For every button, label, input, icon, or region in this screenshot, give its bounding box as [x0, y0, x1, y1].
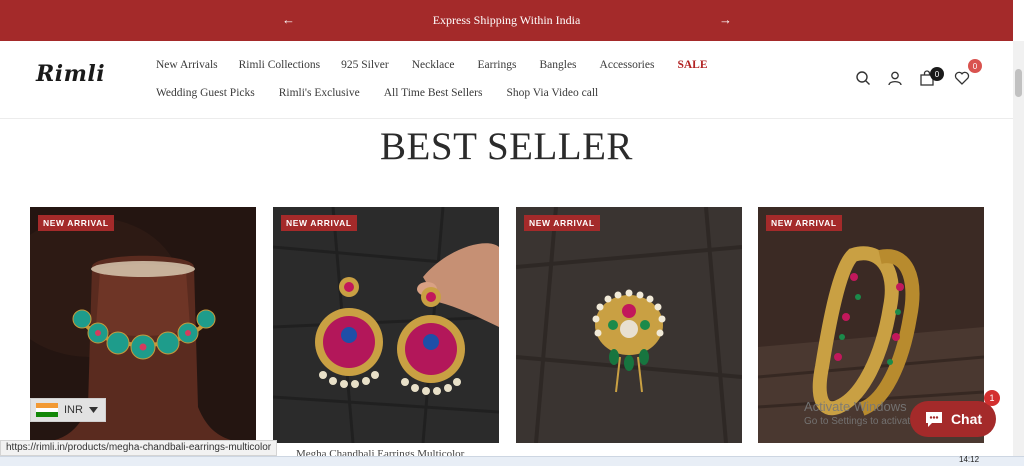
- section-title: BEST SELLER: [380, 125, 633, 168]
- new-arrival-badge: NEW ARRIVAL: [766, 215, 842, 231]
- scrollbar-thumb[interactable]: [1015, 69, 1022, 97]
- wishlist-heart-icon[interactable]: [954, 70, 970, 91]
- cart-count-badge: 0: [930, 67, 944, 81]
- logo-text: Rimli: [36, 61, 106, 87]
- main-nav-row-2: Wedding Guest Picks Rimli's Exclusive Al…: [156, 87, 598, 99]
- prev-announcement-arrow-icon[interactable]: ←: [282, 12, 295, 28]
- page-scrollbar[interactable]: [1013, 41, 1024, 466]
- main-nav-row-1: New Arrivals Rimli Collections 925 Silve…: [156, 59, 708, 71]
- site-header: Rimli New Arrivals Rimli Collections 925…: [0, 41, 1013, 119]
- product-card[interactable]: NEW ARRIVAL: [273, 207, 499, 443]
- new-arrival-badge: NEW ARRIVAL: [524, 215, 600, 231]
- nav-rimli-collections[interactable]: Rimli Collections: [239, 59, 320, 71]
- nav-rimlis-exclusive[interactable]: Rimli's Exclusive: [279, 87, 360, 99]
- nav-earrings[interactable]: Earrings: [478, 59, 517, 71]
- product-image-chandbali-earrings[interactable]: [273, 207, 499, 443]
- wishlist-count-badge: 0: [968, 59, 982, 73]
- chat-button[interactable]: Chat: [910, 401, 996, 437]
- nav-wedding-guest-picks[interactable]: Wedding Guest Picks: [156, 87, 255, 99]
- product-card[interactable]: NEW ARRIVAL: [516, 207, 742, 443]
- nav-shop-via-video-call[interactable]: Shop Via Video call: [506, 87, 598, 99]
- india-flag-icon: [36, 403, 58, 418]
- nav-new-arrivals[interactable]: New Arrivals: [156, 59, 218, 71]
- chat-label: Chat: [950, 411, 983, 427]
- new-arrival-badge: NEW ARRIVAL: [281, 215, 357, 231]
- chevron-down-icon: [88, 407, 98, 413]
- rimli-logo[interactable]: Rimli: [36, 61, 105, 87]
- windows-taskbar: 14:12: [0, 455, 1024, 466]
- taskbar-clock: 14:12: [959, 455, 980, 464]
- nav-bangles[interactable]: Bangles: [539, 59, 576, 71]
- status-bar-url: https://rimli.in/products/megha-chandbal…: [0, 440, 278, 456]
- search-icon[interactable]: [855, 70, 871, 91]
- chat-notification-badge: 1: [984, 390, 1000, 406]
- nav-925-silver[interactable]: 925 Silver: [341, 59, 389, 71]
- nav-accessories[interactable]: Accessories: [600, 59, 655, 71]
- nav-sale[interactable]: SALE: [677, 59, 707, 71]
- next-announcement-arrow-icon[interactable]: →: [719, 12, 732, 28]
- nav-necklace[interactable]: Necklace: [412, 59, 455, 71]
- account-icon[interactable]: [887, 70, 903, 91]
- currency-code: INR: [64, 404, 83, 416]
- currency-selector[interactable]: INR: [30, 398, 106, 422]
- announcement-text: Express Shipping Within India: [432, 13, 581, 27]
- new-arrival-badge: NEW ARRIVAL: [38, 215, 114, 231]
- nav-all-time-best-sellers[interactable]: All Time Best Sellers: [384, 87, 483, 99]
- product-image-brooch[interactable]: [516, 207, 742, 443]
- announcement-bar: ← Express Shipping Within India →: [0, 0, 1013, 41]
- chat-bubble-icon: [925, 412, 942, 427]
